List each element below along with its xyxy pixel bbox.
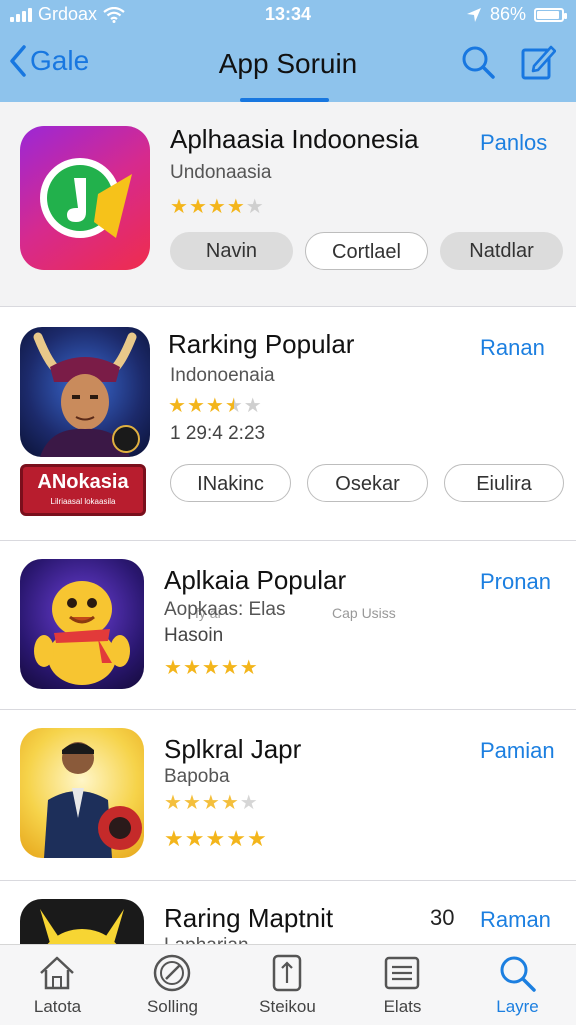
app-action-button[interactable]: Pronan (480, 569, 551, 595)
tab-label: Steikou (259, 997, 316, 1016)
tab-label: Elats (383, 997, 422, 1016)
app-count: 30 (430, 905, 455, 930)
rating-stars: ★ ★ ★ ★ ★ (170, 196, 264, 218)
app-title: Aplhaasia Indoonesia (170, 124, 419, 154)
music-icon (40, 158, 132, 238)
tab-label: Latota (33, 997, 82, 1016)
battery-percent: 86% (489, 4, 526, 24)
list-item[interactable]: Aplhaasia Indoonesia Panlos Undonaasia ★… (0, 102, 576, 306)
tab-label: Layre (496, 997, 539, 1016)
tab-elats[interactable]: Elats (345, 945, 460, 1025)
browse-icon (153, 954, 191, 992)
app-subtitle: Aopkaas: Elas (164, 599, 286, 620)
chip-button[interactable]: Osekar (307, 464, 428, 502)
list-item[interactable]: Rarking Popular Ranan Indonoenaia ★ ★ ★ ★ ★ … (0, 307, 576, 621)
app-icon (20, 327, 150, 457)
tab-label: Solling (146, 997, 199, 1016)
tab-solling[interactable]: Solling (115, 945, 230, 1025)
rating-stars-small: ★ ★ ★ ★ ★ (164, 792, 258, 814)
status-bar: Grdoax 13:34 86% (0, 0, 576, 28)
app-title: Aplkaia Popular (164, 565, 347, 595)
list-icon (384, 956, 420, 990)
app-action-button[interactable]: Ranan (480, 335, 545, 361)
app-subtitle: Undonaasia (170, 162, 272, 183)
list-item[interactable]: Splkral Japr Pamian Bapoba ★ ★ ★ ★ ★ ★ ★ ★ ★ ★ (0, 710, 576, 880)
navigation-bar: Gale App Soruin (0, 30, 576, 102)
app-meta: 1 29:4 2:23 (170, 423, 266, 444)
tab-layre[interactable]: Layre (460, 945, 575, 1025)
location-arrow-icon (466, 7, 481, 22)
chip-button[interactable]: Navin (170, 232, 293, 270)
game-character-icon (33, 332, 140, 457)
app-subtitle: Bapoba (164, 766, 230, 787)
rating-stars: ★ ★ ★ ★ ★ (164, 657, 258, 679)
mascot-icon (34, 581, 130, 685)
status-right: 86% (466, 4, 567, 25)
search-icon[interactable] (460, 44, 496, 80)
app-icon (20, 899, 144, 944)
compose-icon[interactable] (520, 42, 556, 82)
chip-button[interactable]: Cortlael (305, 232, 428, 270)
badge-caption: Lilriaasal lokaasila (50, 497, 116, 506)
pikachu-icon (40, 909, 124, 944)
app-meta: Hasoin (164, 625, 224, 646)
document-icon (272, 954, 302, 992)
battery-icon (534, 7, 567, 22)
rating-stars: ★ ★ ★ ★ ★ (164, 826, 267, 851)
chip-button[interactable]: Natdlar (440, 232, 563, 270)
app-title: Splkral Japr (164, 734, 302, 764)
app-action-button[interactable]: Panlos (480, 130, 547, 156)
app-title: Raring Maptnit (164, 903, 334, 933)
list-item[interactable]: Aplkaia Popular Pronan Aopkaas: Elas Has… (0, 541, 576, 709)
app-icon (20, 126, 150, 270)
player-icon (44, 742, 142, 858)
list-item[interactable]: Raring Maptnit 30 Raman Lapharian (0, 881, 576, 944)
app-subtitle: Lapharian (164, 935, 249, 944)
app-action-button[interactable]: Raman (480, 907, 551, 933)
chip-button[interactable]: Eiulira (444, 464, 564, 502)
app-title: Rarking Popular (168, 329, 355, 359)
badge-title: ANokasia (37, 471, 129, 493)
tab-latota[interactable]: Latota (0, 945, 115, 1025)
app-icon (20, 728, 144, 858)
search-icon (500, 956, 536, 992)
app-action-button[interactable]: Pamian (480, 738, 555, 764)
tab-bar: Latota Solling Steikou Elats Layre (0, 944, 576, 1025)
app-list: Aplhaasia Indoonesia Panlos Undonaasia ★… (0, 102, 576, 944)
top-bar: Grdoax 13:34 86% Gale App Soruin (0, 0, 576, 102)
app-subtitle: Indonoenaia (170, 365, 275, 386)
rating-stars: ★ ★ ★ ★ ★ (168, 395, 262, 417)
chip-button[interactable]: INakinc (170, 464, 291, 502)
promo-badge: ANokasia Lilriaasal lokaasila (20, 464, 146, 516)
home-icon (40, 956, 74, 990)
app-icon (20, 559, 144, 689)
tab-steikou[interactable]: Steikou (230, 945, 345, 1025)
